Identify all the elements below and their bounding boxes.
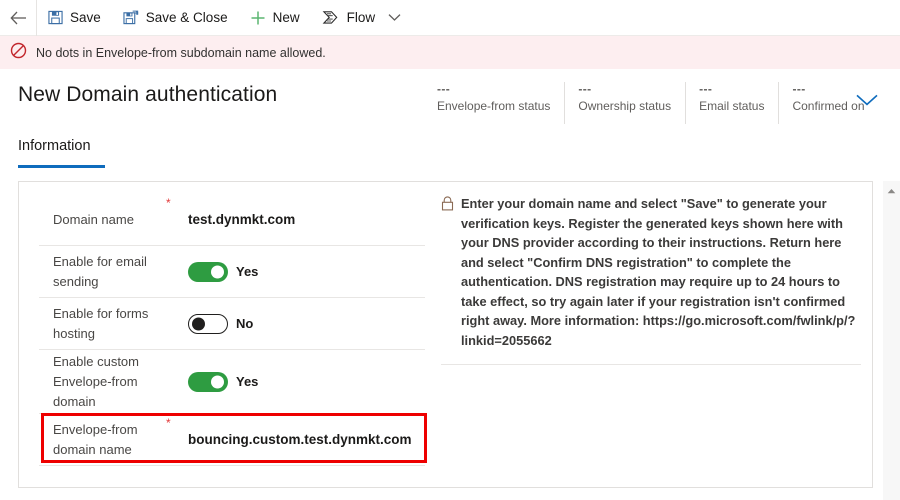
back-button[interactable]: [0, 0, 37, 36]
error-banner-message: No dots in Envelope-from subdomain name …: [36, 45, 326, 60]
field-enable-custom-envelope-from-label: Enable custom Envelope-from domain: [53, 353, 139, 409]
toggle-switch[interactable]: [188, 313, 228, 334]
status-ownership: --- Ownership status: [578, 82, 687, 124]
field-enable-email-sending-label: Enable for email sending: [53, 253, 147, 289]
toggle-switch[interactable]: [188, 371, 228, 392]
chevron-down-icon: [855, 94, 879, 111]
tab-information[interactable]: Information: [18, 138, 91, 160]
field-enable-forms-hosting-label: Enable for forms hosting: [53, 305, 149, 341]
toggle-enable-email-sending-value: Yes: [236, 264, 259, 279]
field-enable-custom-envelope-from-required: [166, 350, 188, 354]
field-domain-name-required: *: [166, 196, 171, 210]
caret-up-icon: [887, 181, 896, 199]
status-email-value: ---: [699, 82, 713, 96]
tab-information-indicator: [18, 165, 105, 168]
page-title: New Domain authentication: [18, 83, 278, 106]
field-enable-custom-envelope-from: Enable custom Envelope-from domain Yes: [39, 350, 425, 414]
save-and-close-icon: [123, 10, 139, 25]
status-ownership-label: Ownership status: [578, 99, 672, 113]
status-envelope-from-label: Envelope-from status: [437, 99, 551, 113]
command-bar: Save Save & Close New Flow: [0, 0, 900, 36]
status-confirmed-on-value: ---: [792, 82, 806, 96]
help-panel-text: Enter your domain name and select "Save"…: [461, 196, 856, 348]
toggle-knob: [192, 317, 205, 330]
status-email-label: Email status: [699, 99, 765, 113]
flow-button[interactable]: Flow: [311, 0, 387, 36]
field-envelope-from-domain-name-required: *: [166, 416, 171, 430]
field-enable-email-sending-required: [166, 246, 188, 250]
flow-button-label: Flow: [346, 10, 376, 25]
blocked-icon: [10, 42, 27, 64]
error-banner: No dots in Envelope-from subdomain name …: [0, 36, 900, 69]
toggle-enable-email-sending[interactable]: Yes: [188, 261, 425, 282]
header-status-strip: --- Envelope-from status --- Ownership s…: [437, 82, 892, 124]
field-domain-name: Domain name * test.dynmkt.com: [39, 194, 425, 246]
toggle-enable-forms-hosting-value: No: [236, 316, 254, 331]
header-expand-button[interactable]: [855, 93, 879, 112]
chevron-down-icon: [388, 9, 401, 27]
toggle-enable-custom-envelope-from-value: Yes: [236, 374, 259, 389]
page-header: New Domain authentication --- Envelope-f…: [0, 69, 900, 131]
field-enable-forms-hosting-required: [166, 298, 188, 302]
status-email: --- Email status: [699, 82, 780, 124]
toggle-knob: [211, 265, 224, 278]
command-bar-overflow-button[interactable]: [386, 9, 408, 27]
field-domain-name-label: Domain name: [53, 211, 134, 227]
form-right-column: Enter your domain name and select "Save"…: [425, 182, 874, 487]
help-panel: Enter your domain name and select "Save"…: [441, 194, 861, 365]
toggle-switch[interactable]: [188, 261, 228, 282]
status-envelope-from: --- Envelope-from status: [437, 82, 566, 124]
new-button-label: New: [272, 10, 300, 25]
save-and-close-button-label: Save & Close: [145, 10, 228, 25]
status-envelope-from-value: ---: [437, 82, 451, 96]
form-left-column: Domain name * test.dynmkt.com Enable for…: [19, 182, 427, 487]
save-and-close-button[interactable]: Save & Close: [112, 0, 239, 36]
field-envelope-from-domain-name-value[interactable]: bouncing.custom.test.dynmkt.com: [188, 432, 425, 447]
form-card: Domain name * test.dynmkt.com Enable for…: [18, 181, 873, 488]
save-button-label: Save: [70, 10, 101, 25]
plus-icon: [250, 10, 266, 26]
tab-strip: Information: [0, 138, 900, 170]
field-envelope-from-domain-name: Envelope-from domain name * bouncing.cus…: [39, 414, 425, 466]
scroll-up-button[interactable]: [883, 181, 900, 198]
new-button[interactable]: New: [239, 0, 311, 36]
toggle-enable-custom-envelope-from[interactable]: Yes: [188, 371, 425, 392]
status-confirmed-on-label: Confirmed on: [792, 99, 865, 113]
toggle-knob: [211, 375, 224, 388]
save-icon: [48, 10, 63, 25]
toggle-enable-forms-hosting[interactable]: No: [188, 313, 425, 334]
flow-icon: [322, 10, 340, 25]
status-ownership-value: ---: [578, 82, 592, 96]
vertical-scrollbar[interactable]: [883, 181, 900, 500]
lock-icon: [441, 194, 454, 350]
field-enable-forms-hosting: Enable for forms hosting No: [39, 298, 425, 350]
save-button[interactable]: Save: [37, 0, 112, 36]
field-enable-email-sending: Enable for email sending Yes: [39, 246, 425, 298]
field-envelope-from-domain-name-label: Envelope-from domain name: [53, 421, 138, 457]
field-domain-name-value[interactable]: test.dynmkt.com: [188, 212, 425, 227]
